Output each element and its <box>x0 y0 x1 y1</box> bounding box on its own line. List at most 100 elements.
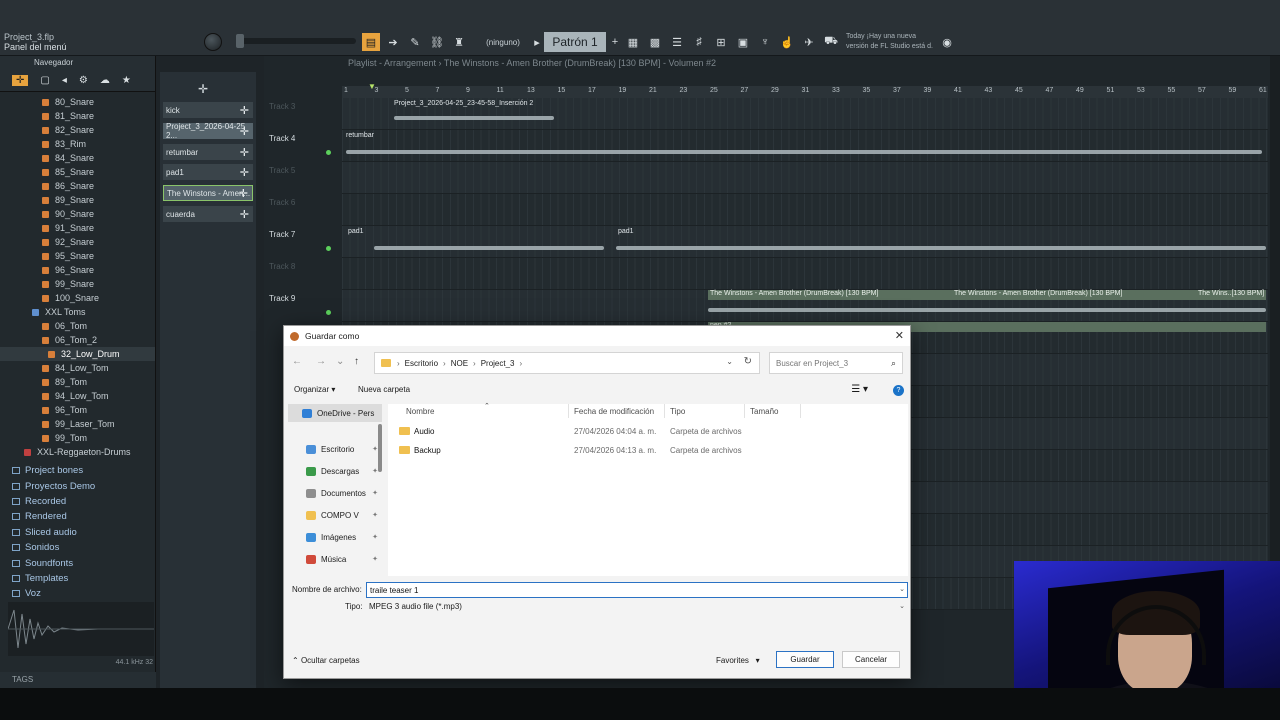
browser-sample-item[interactable]: 96_Snare <box>0 263 155 277</box>
track-label[interactable]: Track 6 <box>269 198 295 207</box>
nav-pane-item[interactable]: Escritorio ✦ <box>288 440 382 458</box>
column-size[interactable]: Tamaño <box>750 407 778 416</box>
track-label[interactable]: Track 3 <box>269 102 295 111</box>
hide-folders-button[interactable]: ⌃ Ocultar carpetas <box>292 656 360 665</box>
clip-label[interactable]: Project_3_2026-04-25_23-45-58_Inserción … <box>394 100 533 107</box>
close-icon[interactable]: ✕ <box>895 329 904 342</box>
browser-folder[interactable]: Recorded <box>0 494 155 509</box>
browser-tom-item[interactable]: 99_Laser_Tom <box>0 417 155 431</box>
nav-pane-item[interactable]: OneDrive - Pers <box>288 404 382 422</box>
add-pattern-icon[interactable]: + <box>606 33 624 51</box>
filename-input[interactable] <box>366 582 908 598</box>
master-volume-knob[interactable] <box>204 33 222 51</box>
browser-sample-item[interactable]: 100_Snare <box>0 291 155 305</box>
browser-folder[interactable]: Sliced audio <box>0 525 155 540</box>
pattern-clip-item[interactable]: kick ✛ <box>163 102 253 118</box>
history-chevron-icon[interactable]: ⌄ <box>336 356 344 367</box>
audio-clip-waveform[interactable] <box>708 308 1266 312</box>
browser-all-icon[interactable]: ✛ <box>12 75 29 86</box>
link-icon[interactable]: ⛓ <box>428 33 446 51</box>
breadcrumb-project[interactable]: Project_3 <box>481 359 515 368</box>
metronome-icon[interactable]: ♜ <box>450 33 468 51</box>
nav-pane-scrollbar[interactable] <box>378 424 382 472</box>
track-lane[interactable] <box>342 226 1268 258</box>
track-label[interactable]: Track 4 <box>269 134 295 143</box>
pattern-clip-item[interactable]: The Winstons - Amen... ✛ <box>163 185 253 201</box>
breadcrumb-noe[interactable]: NOE <box>451 359 468 368</box>
audio-clip-waveform[interactable] <box>616 246 1266 250</box>
clip-label[interactable]: retumbar <box>346 132 374 139</box>
chevron-down-icon[interactable]: ⌄ <box>899 585 905 593</box>
filetype-select[interactable]: MPEG 3 audio file (*.mp3) <box>366 599 908 615</box>
add-clip-icon[interactable]: ✛ <box>240 125 249 138</box>
up-arrow-icon[interactable]: ↑ <box>354 356 359 367</box>
browser-sample-item[interactable]: 95_Snare <box>0 249 155 263</box>
pattern-name-box[interactable]: Patrón 1 <box>544 32 606 52</box>
nav-pane-item[interactable]: COMPO V ✦ <box>288 506 382 524</box>
browser-back-icon[interactable]: ◂ <box>62 75 67 86</box>
add-clip-icon[interactable]: ✛ <box>240 166 249 179</box>
search-box[interactable]: ⌕ <box>769 352 903 374</box>
cancel-button[interactable]: Cancelar <box>842 651 900 668</box>
update-hint[interactable]: Today ¡Hay una nueva versión de FL Studi… <box>846 32 942 52</box>
pin-icon[interactable]: ✦ <box>372 511 378 519</box>
timeline-ruler[interactable]: 1 3 5 7 9 11 13 15 17 19 21 23 25 27 29 31 33 35 37 39 41 43 4… <box>342 82 1268 98</box>
browser-cloud-icon[interactable]: ☁ <box>100 75 110 86</box>
folder-xxl-toms[interactable]: XXL Toms <box>0 305 155 319</box>
pattern-selector-none[interactable]: (ninguno) <box>482 35 524 49</box>
piano-roll-icon[interactable]: ▩ <box>646 33 664 51</box>
audio-clip-waveform[interactable] <box>394 116 554 120</box>
browser-tom-item[interactable]: 84_Low_Tom <box>0 361 155 375</box>
browser-icon[interactable]: ▣ <box>734 33 752 51</box>
add-clip-icon[interactable]: ✛ <box>240 104 249 117</box>
track-label[interactable]: Track 7 <box>269 230 295 239</box>
track-lane[interactable] <box>342 258 1268 290</box>
playhead-marker-icon[interactable]: ▼ <box>368 82 376 91</box>
browser-plugin-icon[interactable]: ⚙ <box>79 75 88 86</box>
browser-sample-item[interactable]: 92_Snare <box>0 235 155 249</box>
browser-sample-item[interactable]: 99_Snare <box>0 277 155 291</box>
organize-button[interactable]: Organizar ▾ <box>294 385 335 394</box>
chevron-down-icon[interactable]: ⌄ <box>726 357 733 366</box>
browser-tom-item[interactable]: 06_Tom_2 <box>0 333 155 347</box>
forward-arrow-icon[interactable]: → <box>316 356 326 367</box>
browser-sample-item[interactable]: 89_Snare <box>0 193 155 207</box>
playlist-view-icon[interactable]: ▦ <box>624 33 642 51</box>
nav-pane-item[interactable]: Documentos ✦ <box>288 484 382 502</box>
search-input[interactable] <box>776 358 886 368</box>
browser-sample-item[interactable]: 90_Snare <box>0 207 155 221</box>
pin-icon[interactable]: ✦ <box>372 555 378 563</box>
search-icon[interactable]: ⌕ <box>891 358 896 369</box>
folder-reggaeton-drums[interactable]: XXL-Reggaeton-Drums <box>0 445 155 459</box>
pin-icon[interactable]: ✦ <box>372 489 378 497</box>
browser-tom-item[interactable]: 99_Tom <box>0 431 155 445</box>
browser-folder[interactable]: Voz <box>0 586 155 601</box>
track-lane[interactable] <box>342 194 1268 226</box>
mixer-icon[interactable]: ♯ <box>690 33 708 51</box>
clip-label[interactable]: pad1 <box>348 228 364 235</box>
audio-clip-header[interactable]: The Winstons - Amen Brother (DrumBreak) … <box>952 290 1196 300</box>
track-label[interactable]: Track 9 <box>269 294 295 303</box>
pattern-clip-item[interactable]: retumbar ✛ <box>163 144 253 160</box>
browser-folder[interactable]: Sonidos <box>0 540 155 555</box>
track-lane[interactable] <box>342 130 1268 162</box>
column-name[interactable]: Nombre <box>406 407 434 416</box>
back-arrow-icon[interactable]: ← <box>292 356 302 367</box>
audio-clip-waveform[interactable] <box>346 150 1262 154</box>
browser-files-icon[interactable]: ▢ <box>40 75 49 86</box>
view-options-icon[interactable]: ☰ ▾ <box>851 384 868 395</box>
tempo-icon[interactable]: ✈ <box>800 33 818 51</box>
browser-folder[interactable]: Soundfonts <box>0 555 155 570</box>
fl-logo-icon[interactable]: ◉ <box>938 33 956 51</box>
nav-pane-item[interactable]: Descargas ✦ <box>288 462 382 480</box>
add-clip-icon[interactable]: ✛ <box>240 146 249 159</box>
add-clip-icon[interactable]: ✛ <box>239 187 248 200</box>
audio-clip-header[interactable]: The Winstons - Amen Brother (DrumBreak) … <box>708 290 952 300</box>
browser-star-icon[interactable]: ★ <box>122 75 131 86</box>
browser-folder[interactable]: Templates <box>0 571 155 586</box>
file-row[interactable]: Audio 27/04/2026 04:04 a. m. Carpeta de ar… <box>388 422 908 440</box>
address-bar[interactable]: › Escritorio › NOE › Project_3 › ⌄ ↻ <box>374 352 760 374</box>
browser-sample-item[interactable]: 80_Snare <box>0 95 155 109</box>
plugin-icon[interactable]: ♆ <box>756 33 774 51</box>
browser-sample-item[interactable]: 82_Snare <box>0 123 155 137</box>
